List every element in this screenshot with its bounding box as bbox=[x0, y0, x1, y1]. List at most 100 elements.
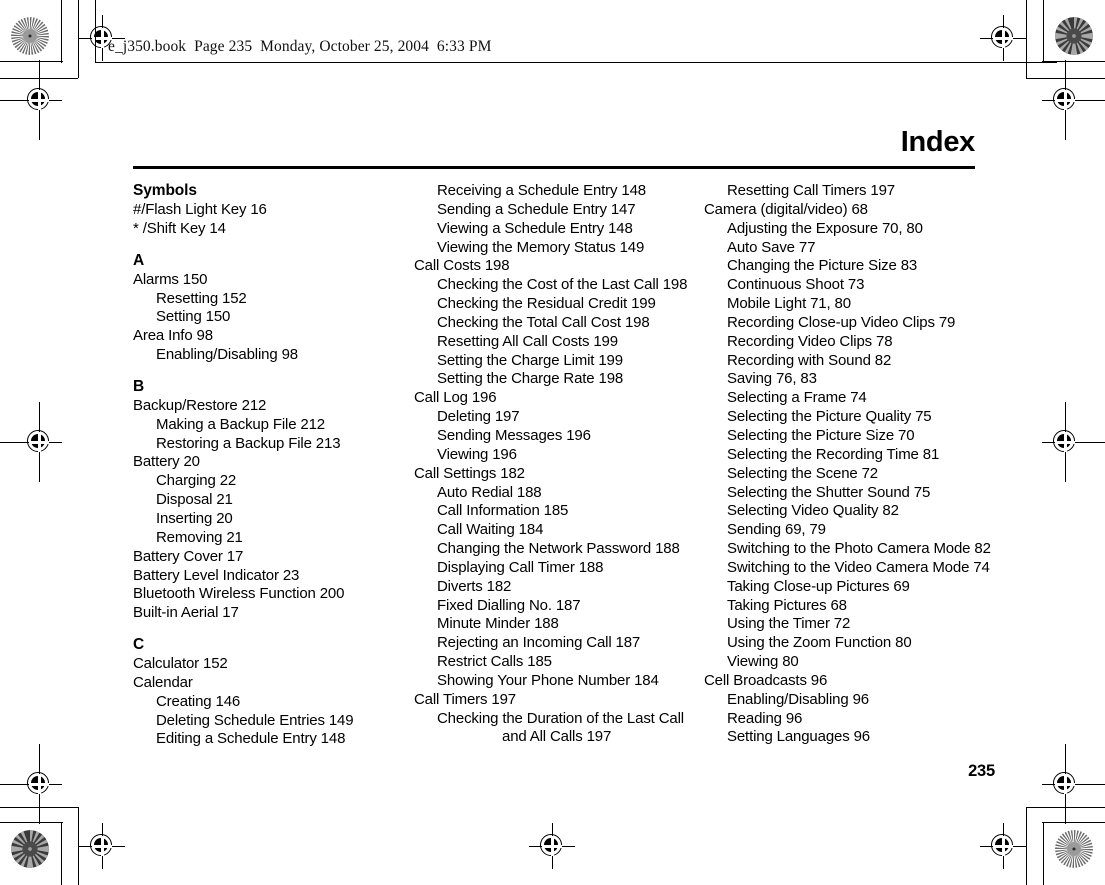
index-entry[interactable]: Sending a Schedule Entry 147 bbox=[414, 201, 704, 220]
index-entry[interactable]: Battery Level Indicator 23 bbox=[133, 567, 414, 586]
index-entry[interactable]: Setting the Charge Rate 198 bbox=[414, 370, 704, 389]
index-entry[interactable]: Recording with Sound 82 bbox=[704, 352, 978, 371]
index-entry[interactable]: Displaying Call Timer 188 bbox=[414, 559, 704, 578]
index-entry[interactable]: Call Waiting 184 bbox=[414, 521, 704, 540]
index-entry[interactable]: Auto Redial 188 bbox=[414, 484, 704, 503]
index-entry[interactable]: Restoring a Backup File 213 bbox=[133, 435, 414, 454]
index-entry[interactable]: Adjusting the Exposure 70, 80 bbox=[704, 220, 978, 239]
registration-mark-bottom-center bbox=[529, 823, 575, 869]
index-entry[interactable]: Selecting the Picture Size 70 bbox=[704, 427, 978, 446]
index-section-heading: B bbox=[133, 377, 145, 395]
index-entry[interactable]: Selecting the Picture Quality 75 bbox=[704, 408, 978, 427]
index-entry[interactable]: Alarms 150 bbox=[133, 271, 414, 290]
index-section-heading: C bbox=[133, 636, 145, 654]
index-entry[interactable]: Inserting 20 bbox=[133, 510, 414, 529]
index-entry[interactable]: Setting Languages 96 bbox=[704, 728, 978, 747]
index-entry[interactable]: Selecting the Recording Time 81 bbox=[704, 446, 978, 465]
index-entry[interactable]: Selecting Video Quality 82 bbox=[704, 502, 978, 521]
index-entry[interactable]: Saving 76, 83 bbox=[704, 370, 978, 389]
index-entry[interactable]: Battery Cover 17 bbox=[133, 548, 414, 567]
index-entry[interactable]: Sending 69, 79 bbox=[704, 521, 978, 540]
crop-mark bbox=[78, 807, 79, 885]
index-entry[interactable]: Charging 22 bbox=[133, 472, 414, 491]
index-entry[interactable]: Checking the Duration of the Last Call bbox=[414, 710, 704, 729]
index-entry[interactable]: Showing Your Phone Number 184 bbox=[414, 672, 704, 691]
index-entry[interactable]: Checking the Residual Credit 199 bbox=[414, 295, 704, 314]
index-entry[interactable]: * /Shift Key 14 bbox=[133, 220, 414, 239]
index-entry[interactable]: Reading 96 bbox=[704, 710, 978, 729]
index-entry[interactable]: Changing the Network Password 188 bbox=[414, 540, 704, 559]
index-entry[interactable]: Call Timers 197 bbox=[414, 691, 704, 710]
index-entry[interactable]: Built-in Aerial 17 bbox=[133, 604, 414, 623]
index-entry[interactable]: Backup/Restore 212 bbox=[133, 397, 414, 416]
index-entry[interactable]: Taking Pictures 68 bbox=[704, 597, 978, 616]
registration-mark-bottom-left bbox=[79, 823, 125, 869]
star-target-bottom-left bbox=[11, 830, 49, 868]
header-vertical-rule bbox=[95, 0, 97, 62]
index-entry[interactable]: Switching to the Photo Camera Mode 82 bbox=[704, 540, 991, 559]
index-entry[interactable]: Recording Close-up Video Clips 79 bbox=[704, 314, 978, 333]
index-entry[interactable]: Restrict Calls 185 bbox=[414, 653, 704, 672]
index-entry[interactable]: Using the Zoom Function 80 bbox=[704, 634, 978, 653]
index-entry[interactable]: Call Settings 182 bbox=[414, 465, 704, 484]
index-entry[interactable]: #/Flash Light Key 16 bbox=[133, 201, 414, 220]
index-entry[interactable]: Recording Video Clips 78 bbox=[704, 333, 978, 352]
index-entry[interactable]: Resetting All Call Costs 199 bbox=[414, 333, 704, 352]
index-entry[interactable]: Camera (digital/video) 68 bbox=[704, 201, 978, 220]
index-entry[interactable]: Changing the Picture Size 83 bbox=[704, 257, 978, 276]
index-entry[interactable]: Deleting Schedule Entries 149 bbox=[133, 712, 414, 731]
index-entry[interactable]: Calendar bbox=[133, 674, 414, 693]
index-entry[interactable]: Call Information 185 bbox=[414, 502, 704, 521]
index-entry[interactable]: Checking the Cost of the Last Call 198 bbox=[414, 276, 704, 295]
index-entry[interactable]: Area Info 98 bbox=[133, 327, 414, 346]
index-entry[interactable]: Enabling/Disabling 98 bbox=[133, 346, 414, 365]
index-entry[interactable]: Minute Minder 188 bbox=[414, 615, 704, 634]
index-entry[interactable]: Diverts 182 bbox=[414, 578, 704, 597]
index-entry[interactable]: Fixed Dialling No. 187 bbox=[414, 597, 704, 616]
index-entry[interactable]: Bluetooth Wireless Function 200 bbox=[133, 585, 414, 604]
index-entry[interactable]: Editing a Schedule Entry 148 bbox=[133, 730, 414, 749]
index-entry[interactable]: Cell Broadcasts 96 bbox=[704, 672, 978, 691]
index-entry[interactable]: and All Calls 197 bbox=[414, 728, 704, 747]
index-entry[interactable]: Using the Timer 72 bbox=[704, 615, 978, 634]
index-entry[interactable]: Mobile Light 71, 80 bbox=[704, 295, 978, 314]
index-entry[interactable]: Selecting a Frame 74 bbox=[704, 389, 978, 408]
trim-rule bbox=[38, 744, 40, 824]
index-entry[interactable]: Continuous Shoot 73 bbox=[704, 276, 978, 295]
index-entry[interactable]: Disposal 21 bbox=[133, 491, 414, 510]
index-entry[interactable]: Call Costs 198 bbox=[414, 257, 704, 276]
index-entry[interactable]: Auto Save 77 bbox=[704, 239, 978, 258]
index-entry[interactable]: Sending Messages 196 bbox=[414, 427, 704, 446]
index-entry[interactable]: Calculator 152 bbox=[133, 655, 414, 674]
index-entry[interactable]: Checking the Total Call Cost 198 bbox=[414, 314, 704, 333]
crop-mark bbox=[1026, 0, 1027, 78]
index-entry[interactable]: Enabling/Disabling 96 bbox=[704, 691, 978, 710]
index-entry[interactable]: Viewing 196 bbox=[414, 446, 704, 465]
index-entry[interactable]: Switching to the Video Camera Mode 74 bbox=[704, 559, 990, 578]
index-entry[interactable]: Creating 146 bbox=[133, 693, 414, 712]
index-entry[interactable]: Setting 150 bbox=[133, 308, 414, 327]
index-entry[interactable]: Battery 20 bbox=[133, 453, 414, 472]
index-entry[interactable]: Making a Backup File 212 bbox=[133, 416, 414, 435]
index-entry[interactable]: Selecting the Shutter Sound 75 bbox=[704, 484, 978, 503]
index-entry[interactable]: Setting the Charge Limit 199 bbox=[414, 352, 704, 371]
crop-mark bbox=[1042, 822, 1105, 823]
index-entry[interactable]: Resetting 152 bbox=[133, 290, 414, 309]
index-column-3: Resetting Call Timers 197 Camera (digital… bbox=[704, 182, 991, 749]
index-entry[interactable]: Removing 21 bbox=[133, 529, 414, 548]
title-underline-rule bbox=[133, 166, 975, 169]
registration-mark-bottom-right bbox=[980, 823, 1026, 869]
crop-mark bbox=[1043, 822, 1044, 885]
index-entry[interactable]: Deleting 197 bbox=[414, 408, 704, 427]
index-entry[interactable]: Selecting the Scene 72 bbox=[704, 465, 978, 484]
index-entry[interactable]: Rejecting an Incoming Call 187 bbox=[414, 634, 704, 653]
index-entry[interactable]: Viewing a Schedule Entry 148 bbox=[414, 220, 704, 239]
page-title: Index bbox=[900, 126, 976, 158]
index-entry[interactable]: Taking Close-up Pictures 69 bbox=[704, 578, 978, 597]
index-entry[interactable]: Viewing the Memory Status 149 bbox=[414, 239, 704, 258]
index-entry[interactable]: Receiving a Schedule Entry 148 bbox=[414, 182, 704, 201]
index-entry[interactable]: Viewing 80 bbox=[704, 653, 978, 672]
book-header-line: e_j350.book Page 235 Monday, October 25,… bbox=[108, 38, 492, 55]
index-entry[interactable]: Call Log 196 bbox=[414, 389, 704, 408]
index-entry[interactable]: Resetting Call Timers 197 bbox=[704, 182, 978, 201]
